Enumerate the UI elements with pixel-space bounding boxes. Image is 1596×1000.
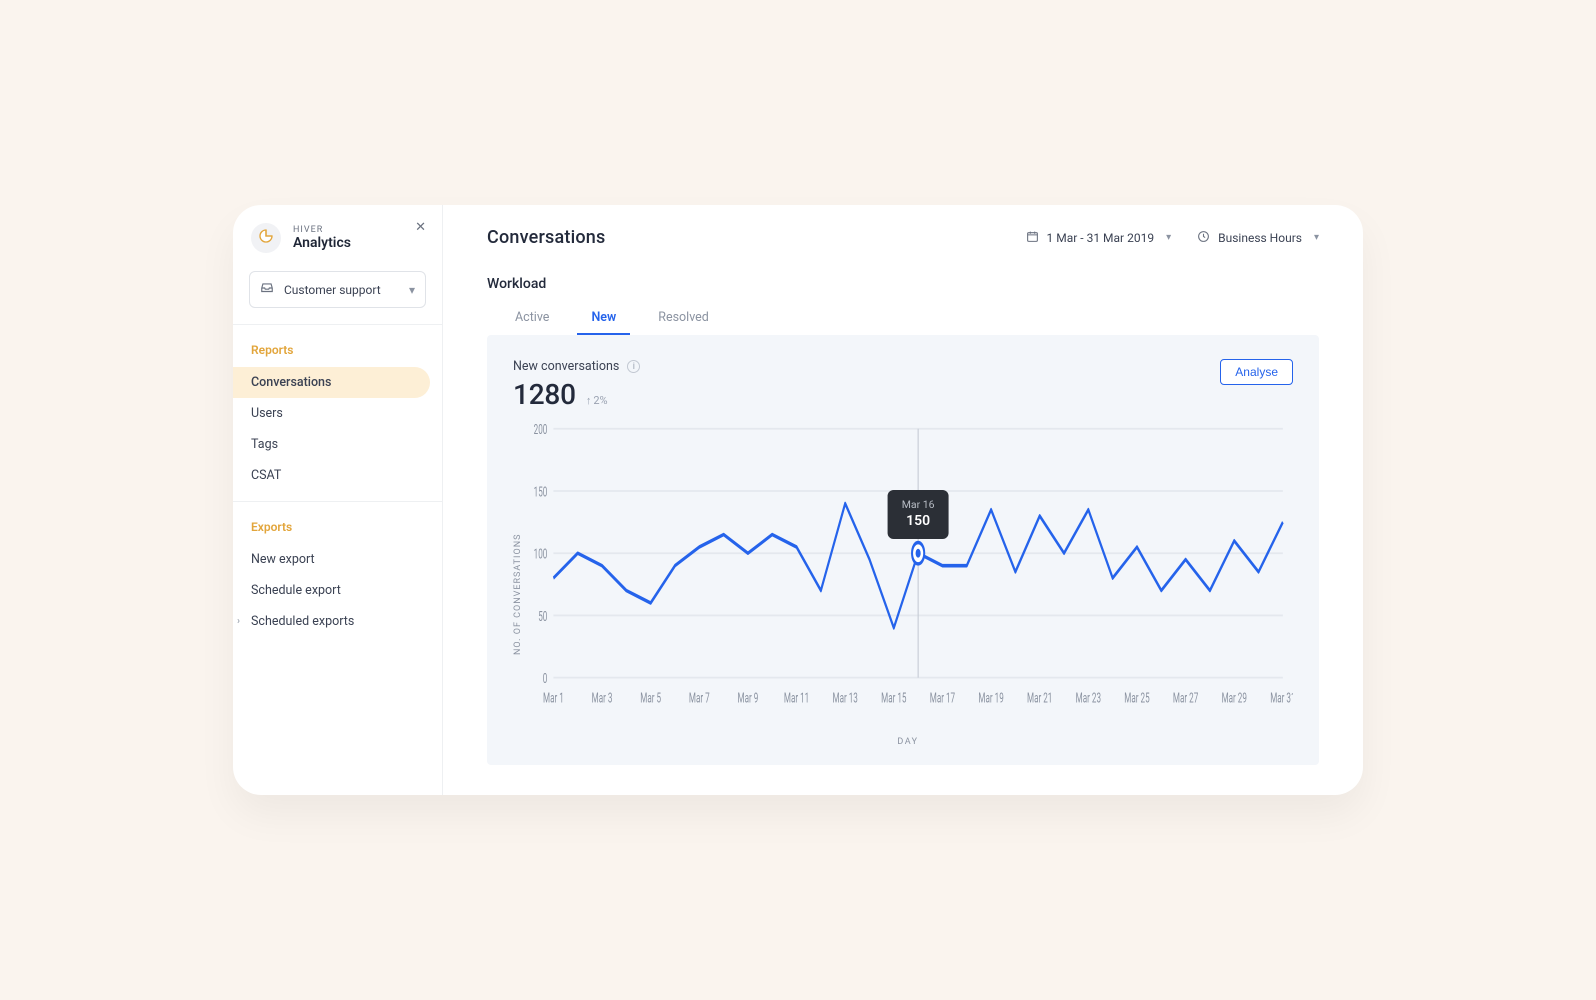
plot-column: 0 50 100 150 200 Mar 1 Mar 3 Mar 5 Mar 7 Mar 9 Mar… <box>523 411 1293 747</box>
svg-text:Mar 7: Mar 7 <box>689 689 710 706</box>
svg-text:Mar 17: Mar 17 <box>930 689 955 706</box>
svg-text:Mar 13: Mar 13 <box>833 689 858 706</box>
svg-text:Mar 19: Mar 19 <box>978 689 1003 706</box>
app-window: HIVER Analytics ✕ Customer support ▾ Rep… <box>233 205 1363 795</box>
close-icon[interactable]: ✕ <box>415 221 426 234</box>
top-row: Conversations 1 Mar - 31 Mar 2019 ▾ Busi… <box>487 227 1319 248</box>
y-axis-label: NO. OF CONVERSATIONS <box>513 411 523 747</box>
card-head: New conversations i 1280 ↑ 2% Analyse <box>513 359 1293 411</box>
svg-text:Mar 3: Mar 3 <box>592 689 613 706</box>
svg-text:Mar 29: Mar 29 <box>1222 689 1247 706</box>
sidebar-item-scheduled-exports[interactable]: › Scheduled exports <box>233 606 430 637</box>
svg-text:Mar 27: Mar 27 <box>1173 689 1198 706</box>
svg-text:Mar 25: Mar 25 <box>1124 689 1150 706</box>
date-range-label: 1 Mar - 31 Mar 2019 <box>1047 231 1155 245</box>
svg-text:Mar 15: Mar 15 <box>881 689 907 706</box>
svg-text:Mar 5: Mar 5 <box>640 689 661 706</box>
sidebar-item-conversations[interactable]: Conversations <box>233 367 430 398</box>
tab-active[interactable]: Active <box>509 304 555 335</box>
section-title: Workload <box>487 276 1319 292</box>
svg-text:Mar 11: Mar 11 <box>784 689 809 706</box>
sidebar-item-label: New export <box>251 552 315 567</box>
chevron-down-icon: ▾ <box>1314 232 1319 243</box>
nav-heading-exports: Exports <box>233 520 442 544</box>
nav-reports-section: Reports ConversationsUsersTagsCSAT <box>233 325 442 501</box>
metric-value-row: 1280 ↑ 2% <box>513 378 640 411</box>
brand-small: HIVER <box>293 225 351 235</box>
sidebar-item-csat[interactable]: CSAT <box>233 460 430 491</box>
metric-label: New conversations <box>513 359 619 374</box>
tab-new[interactable]: New <box>585 304 622 335</box>
toolbar: 1 Mar - 31 Mar 2019 ▾ Business Hours ▾ <box>1026 230 1319 246</box>
tabs: Active New Resolved <box>487 304 1319 335</box>
svg-text:Mar 21: Mar 21 <box>1027 689 1052 706</box>
arrow-up-icon: ↑ <box>586 394 592 407</box>
sidebar: HIVER Analytics ✕ Customer support ▾ Rep… <box>233 205 443 795</box>
brand-text: HIVER Analytics <box>293 225 351 251</box>
sidebar-item-users[interactable]: Users <box>233 398 430 429</box>
chevron-down-icon: ▾ <box>409 283 415 297</box>
metric-block: New conversations i 1280 ↑ 2% <box>513 359 640 411</box>
sidebar-item-new-export[interactable]: New export <box>233 544 430 575</box>
pie-chart-icon <box>258 228 274 248</box>
nav-heading-reports: Reports <box>233 343 442 367</box>
brand-logo <box>251 223 281 253</box>
chart-card: New conversations i 1280 ↑ 2% Analyse NO… <box>487 335 1319 765</box>
svg-text:0: 0 <box>543 669 548 686</box>
sidebar-item-label: Scheduled exports <box>251 614 354 629</box>
hours-filter-selector[interactable]: Business Hours ▾ <box>1197 230 1319 246</box>
brand-row: HIVER Analytics ✕ <box>233 205 442 267</box>
svg-text:Mar 1: Mar 1 <box>543 689 564 706</box>
inbox-selector-label: Customer support <box>284 283 381 297</box>
chart-body: NO. OF CONVERSATIONS 0 50 100 150 200 Mar 1 Ma… <box>513 411 1293 747</box>
svg-text:Mar 23: Mar 23 <box>1076 689 1101 706</box>
sidebar-item-schedule-export[interactable]: Schedule export <box>233 575 430 606</box>
chevron-down-icon: ▾ <box>1166 232 1171 243</box>
svg-text:100: 100 <box>534 545 548 562</box>
hours-filter-label: Business Hours <box>1218 231 1302 245</box>
svg-text:200: 200 <box>534 421 548 438</box>
svg-text:50: 50 <box>538 607 547 624</box>
nav-exports-section: Exports New export Schedule export › Schedu… <box>233 502 442 647</box>
inbox-selector[interactable]: Customer support ▾ <box>249 271 426 308</box>
clock-icon <box>1197 230 1210 246</box>
plot-area[interactable]: 0 50 100 150 200 Mar 1 Mar 3 Mar 5 Mar 7 Mar 9 Mar… <box>523 411 1293 731</box>
svg-text:150: 150 <box>534 483 548 500</box>
sidebar-item-tags[interactable]: Tags <box>233 429 430 460</box>
svg-text:Mar 9: Mar 9 <box>738 689 759 706</box>
brand-big: Analytics <box>293 235 351 251</box>
chevron-right-icon: › <box>237 616 240 627</box>
svg-text:Mar 31: Mar 31 <box>1270 689 1293 706</box>
main-content: Conversations 1 Mar - 31 Mar 2019 ▾ Busi… <box>443 205 1363 795</box>
x-axis-label: DAY <box>523 731 1293 747</box>
calendar-icon <box>1026 230 1039 246</box>
metric-label-row: New conversations i <box>513 359 640 374</box>
date-range-selector[interactable]: 1 Mar - 31 Mar 2019 ▾ <box>1026 230 1172 246</box>
tab-resolved[interactable]: Resolved <box>652 304 715 335</box>
inbox-icon <box>260 281 274 298</box>
analyse-button[interactable]: Analyse <box>1220 359 1293 385</box>
sidebar-item-label: Schedule export <box>251 583 341 598</box>
info-icon[interactable]: i <box>627 360 640 373</box>
metric-delta: ↑ 2% <box>586 394 608 407</box>
page-title: Conversations <box>487 227 605 248</box>
metric-value: 1280 <box>513 378 576 411</box>
metric-delta-value: 2% <box>593 394 607 407</box>
